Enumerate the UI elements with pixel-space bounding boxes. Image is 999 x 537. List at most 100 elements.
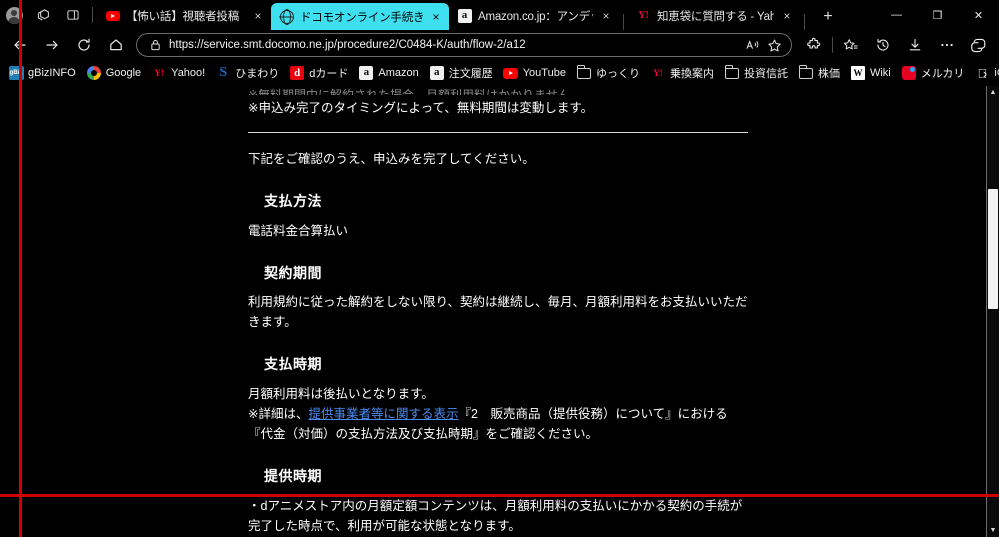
bookmark-label: Wiki bbox=[869, 67, 891, 79]
maximize-button[interactable]: ❐ bbox=[917, 0, 958, 30]
toolbar-right-actions bbox=[798, 31, 995, 59]
tab-title: Amazon.co.jp：アンデッドアンラック bbox=[478, 11, 593, 23]
tab-divider bbox=[623, 14, 624, 30]
tab-list: 【怖い話】視聴者投稿 5【ゆっくり × ドコモオンライン手続き × a Amaz… bbox=[97, 0, 841, 30]
section-text-payment-method: 電話料金合算払い bbox=[248, 223, 349, 238]
section-text-payment-timing-detail: ※詳細は、提供事業者等に関する表示『2 販売商品（提供役務）について』における『… bbox=[248, 404, 748, 444]
tab-youtube[interactable]: 【怖い話】視聴者投稿 5【ゆっくり × bbox=[97, 2, 271, 30]
bookmark-label: ひまわり bbox=[235, 68, 280, 80]
bookmark-himawari[interactable]: S ひまわり bbox=[210, 62, 284, 84]
bookmark-label: 乗換案内 bbox=[669, 68, 714, 80]
add-favorite-icon[interactable] bbox=[763, 35, 785, 55]
browser-window: 【怖い話】視聴者投稿 5【ゆっくり × ドコモオンライン手続き × a Amaz… bbox=[0, 0, 999, 537]
tab-actions-icon[interactable] bbox=[58, 1, 88, 29]
free-period-note: ※申込み完了のタイミングによって、無料期間は変動します。 bbox=[248, 101, 594, 115]
dcard-icon: d bbox=[289, 65, 305, 81]
bookmark-folder-yukkuri[interactable]: ゆっくり bbox=[571, 62, 645, 84]
section-heading-contract-period: 契約期間 bbox=[264, 264, 322, 281]
folder-icon bbox=[576, 65, 592, 81]
tab-title: 知恵袋に質問する - Yahoo!知恵袋 bbox=[657, 11, 774, 23]
workspaces-icon[interactable] bbox=[28, 1, 58, 29]
tab-close-button[interactable]: × bbox=[778, 7, 796, 25]
yahoo-icon: Y! bbox=[154, 68, 164, 78]
minimize-button[interactable]: — bbox=[876, 0, 917, 30]
window-controls: — ❐ ✕ bbox=[876, 0, 999, 30]
tab-amazon[interactable]: a Amazon.co.jp：アンデッドアンラック × bbox=[449, 2, 619, 30]
tab-strip: 【怖い話】視聴者投稿 5【ゆっくり × ドコモオンライン手続き × a Amaz… bbox=[0, 0, 999, 30]
scroll-up-arrow-icon[interactable]: ▲ bbox=[987, 86, 999, 99]
padlock-icon bbox=[147, 39, 163, 51]
bookmark-mercari[interactable]: メルカリ bbox=[896, 62, 970, 84]
tab-close-button[interactable]: × bbox=[249, 7, 267, 25]
divider bbox=[248, 132, 748, 133]
section-text-payment-timing: 月額利用料は後払いとなります。 bbox=[248, 387, 434, 402]
bookmark-order-history[interactable]: a 注文履歴 bbox=[424, 62, 498, 84]
section-text-contract-period: 利用規約に従った解約をしない限り、契約は継続し、毎月、月額利用料をお支払いいただ… bbox=[248, 295, 748, 330]
favorites-icon[interactable] bbox=[835, 31, 867, 59]
youtube-icon bbox=[503, 65, 519, 81]
amazon-icon: a bbox=[457, 9, 472, 24]
bookmark-label: メルカリ bbox=[920, 68, 965, 80]
bookmark-label: ゆっくり bbox=[595, 68, 640, 80]
downloads-icon[interactable] bbox=[899, 31, 931, 59]
url-text: https://service.smt.docomo.ne.jp/procedu… bbox=[169, 39, 526, 51]
profile-button[interactable] bbox=[0, 1, 28, 29]
annotation-horizontal-line bbox=[0, 494, 999, 497]
youtube-icon bbox=[105, 9, 120, 24]
wikipedia-icon: W bbox=[850, 65, 866, 81]
copilot-icon[interactable] bbox=[963, 31, 995, 59]
address-bar[interactable]: https://service.smt.docomo.ne.jp/procedu… bbox=[136, 33, 792, 57]
home-icon[interactable] bbox=[100, 31, 132, 59]
tab-title: 【怖い話】視聴者投稿 5【ゆっくり bbox=[126, 11, 245, 23]
section-heading-payment-timing: 支払時期 bbox=[264, 356, 322, 373]
bookmark-amazon[interactable]: a Amazon bbox=[353, 62, 423, 84]
bookmark-label: Google bbox=[105, 67, 142, 79]
tab-close-button[interactable]: × bbox=[597, 7, 615, 25]
refresh-icon[interactable] bbox=[68, 31, 100, 59]
bookmark-norikae[interactable]: Y! 乗換案内 bbox=[645, 62, 719, 84]
section-text-provision-line-1: ・dアニメストア内の月額定額コンテンツは、月額利用料の支払いにかかる契約の手続が… bbox=[248, 498, 743, 533]
bookmark-folder-toshin[interactable]: 投資信託 bbox=[719, 62, 793, 84]
page-content: ※無料期間中に解約された場合、月額利用料はかかりません。 ※申込み完了のタイミン… bbox=[248, 86, 748, 537]
extensions-icon[interactable] bbox=[798, 31, 830, 59]
yahoo-icon: Y! bbox=[638, 10, 649, 21]
bookmark-label: iCloud bbox=[994, 67, 999, 79]
history-icon[interactable] bbox=[867, 31, 899, 59]
sbi-icon: S bbox=[219, 65, 228, 80]
toolbar-divider bbox=[832, 37, 833, 53]
read-aloud-icon[interactable] bbox=[741, 35, 763, 55]
page-scrollbar[interactable]: ▲ ▼ bbox=[986, 86, 999, 537]
forward-icon[interactable] bbox=[36, 31, 68, 59]
tab-close-button[interactable]: × bbox=[427, 8, 445, 26]
yahoo-icon: Y! bbox=[653, 68, 663, 78]
bookmark-yahoo[interactable]: Y! Yahoo! bbox=[146, 62, 210, 84]
bookmark-label: 注文履歴 bbox=[448, 68, 493, 80]
bookmark-folder-kabuka[interactable]: 株価 bbox=[793, 62, 845, 84]
bookmark-label: 株価 bbox=[817, 68, 840, 80]
bookmarks-overflow-icon[interactable]: › bbox=[975, 63, 995, 83]
bookmark-youtube[interactable]: YouTube bbox=[498, 62, 571, 84]
bookmark-label: dカード bbox=[309, 68, 349, 80]
bookmark-wiki[interactable]: W Wiki bbox=[845, 62, 896, 84]
new-tab-button[interactable]: + bbox=[815, 4, 841, 30]
mercari-icon bbox=[901, 65, 917, 81]
tab-yahoo-chiebukuro[interactable]: Y! 知恵袋に質問する - Yahoo!知恵袋 × bbox=[628, 2, 800, 30]
section-heading-payment-method: 支払方法 bbox=[264, 193, 322, 209]
google-icon bbox=[86, 65, 102, 81]
provider-info-link[interactable]: 提供事業者等に関する表示 bbox=[308, 407, 458, 421]
scroll-down-arrow-icon[interactable]: ▼ bbox=[987, 524, 999, 537]
settings-more-icon[interactable] bbox=[931, 31, 963, 59]
page-viewport: ※無料期間中に解約された場合、月額利用料はかかりません。 ※申込み完了のタイミン… bbox=[0, 86, 999, 537]
bookmark-label: Yahoo! bbox=[171, 67, 206, 79]
folder-icon bbox=[798, 65, 814, 81]
scrollbar-thumb[interactable] bbox=[988, 189, 998, 309]
bookmark-google[interactable]: Google bbox=[81, 62, 146, 84]
tab-divider bbox=[92, 7, 93, 23]
close-window-button[interactable]: ✕ bbox=[958, 0, 999, 30]
bookmark-gbizinfo[interactable]: gBiz gBizINFO bbox=[3, 62, 81, 84]
tab-divider bbox=[804, 14, 805, 30]
tab-docomo[interactable]: ドコモオンライン手続き × bbox=[271, 3, 449, 30]
bookmark-label: gBizINFO bbox=[28, 67, 76, 79]
bookmark-dcard[interactable]: d dカード bbox=[284, 62, 353, 84]
tab-title: ドコモオンライン手続き bbox=[300, 11, 423, 24]
